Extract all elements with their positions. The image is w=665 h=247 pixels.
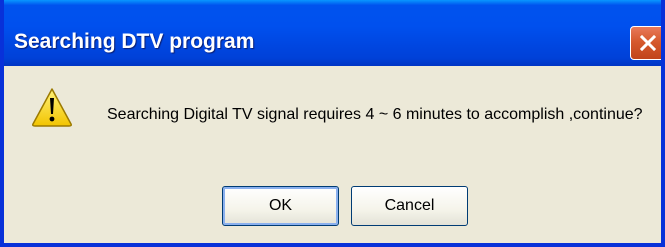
warning-icon [32, 88, 72, 127]
ok-button[interactable]: OK [222, 186, 339, 226]
dialog-title: Searching DTV program [14, 30, 255, 53]
close-icon [640, 35, 656, 51]
dialog-message: Searching Digital TV signal requires 4 ~… [107, 106, 643, 123]
dialog-body: Searching Digital TV signal requires 4 ~… [4, 66, 661, 243]
close-button[interactable] [630, 26, 661, 60]
cancel-button[interactable]: Cancel [351, 186, 468, 226]
dialog-window: Searching DTV program Searching Digital … [0, 0, 665, 247]
title-bar[interactable]: Searching DTV program [4, 0, 661, 66]
